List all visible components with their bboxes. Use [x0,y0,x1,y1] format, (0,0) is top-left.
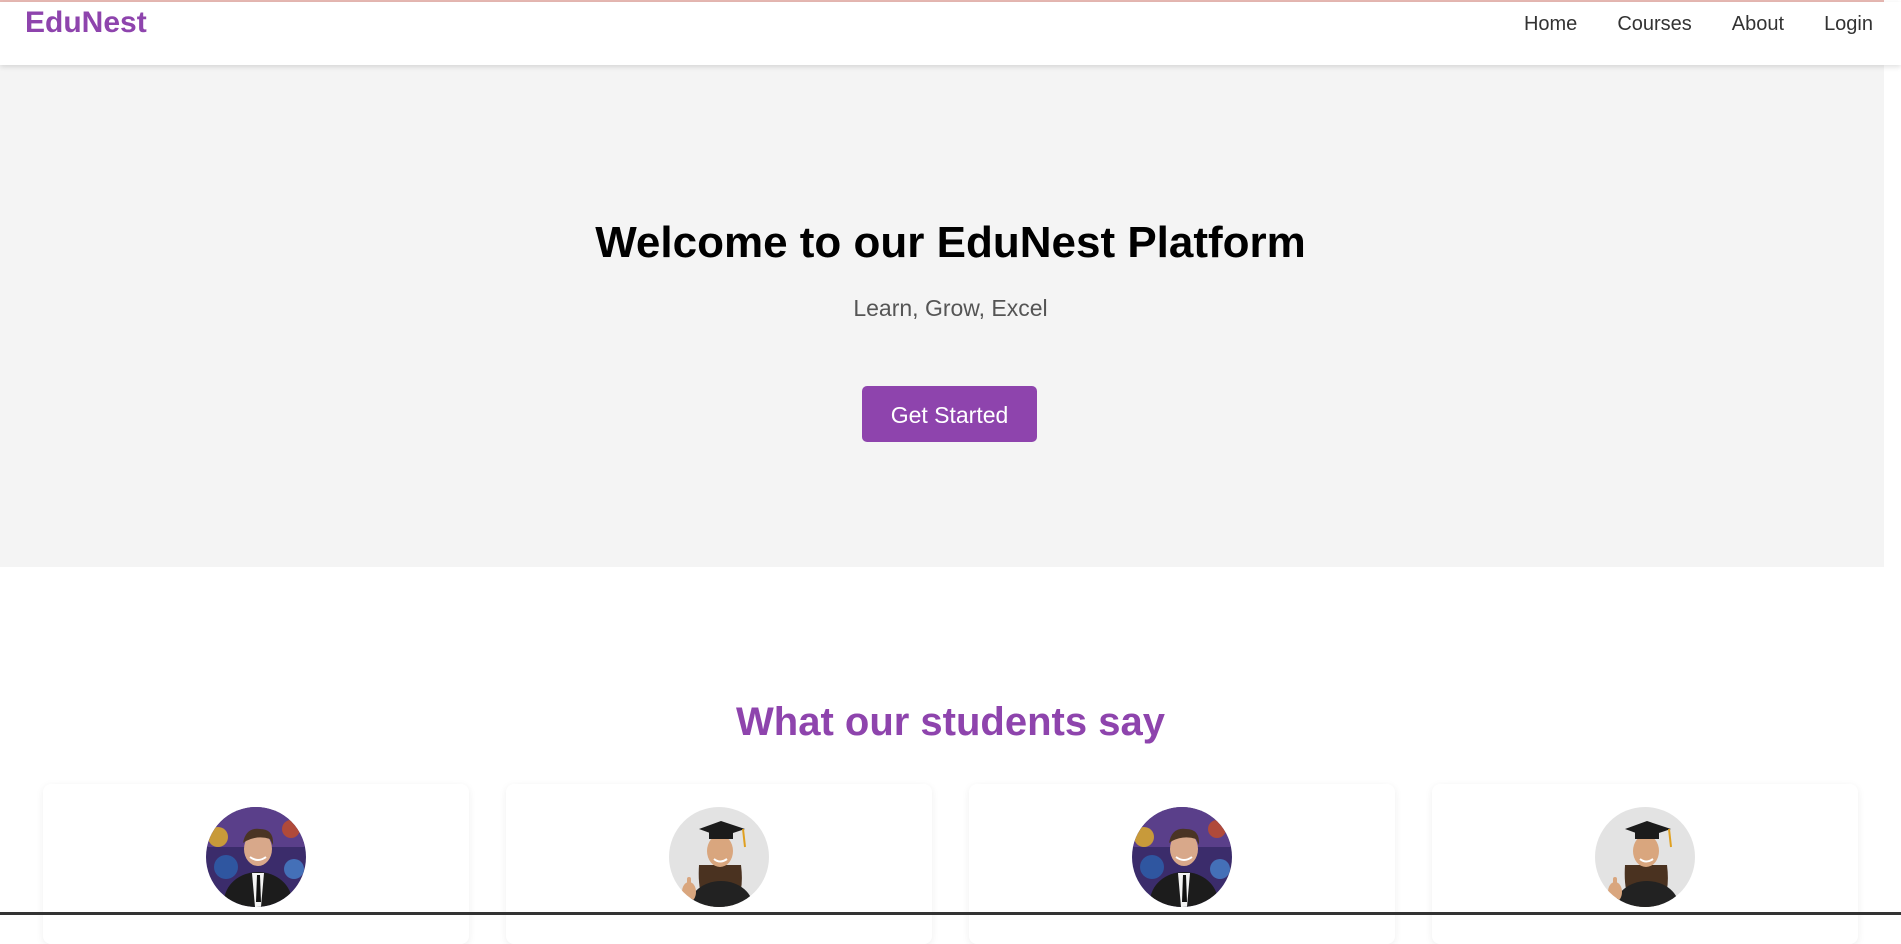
hero-subtitle: Learn, Grow, Excel [853,295,1048,321]
site-header: EduNest Home Courses About Login [0,2,1901,65]
nav-login-link[interactable]: Login [1824,9,1873,39]
male-student-avatar-image [1132,807,1232,907]
avatar-male-student [206,807,306,907]
nav-home-link[interactable]: Home [1524,9,1577,39]
avatar-female-graduate [669,807,769,907]
testimonial-card [1432,784,1858,944]
get-started-button[interactable]: Get Started [862,386,1037,442]
page-scrollbar[interactable] [1884,0,1901,915]
male-student-avatar-image [206,807,306,907]
testimonial-card [969,784,1395,944]
testimonials-heading: What our students say [736,700,1165,744]
nav-courses-link[interactable]: Courses [1617,9,1691,39]
main-nav: Home Courses About Login [1524,9,1873,39]
hero-title: Welcome to our EduNest Platform [595,218,1306,267]
site-logo[interactable]: EduNest [25,4,147,42]
nav-about-link[interactable]: About [1732,9,1784,39]
avatar-male-student [1132,807,1232,907]
avatar-female-graduate [1595,807,1695,907]
testimonial-card [506,784,932,944]
female-graduate-avatar-image [669,807,769,907]
hero-section: Welcome to our EduNest Platform Learn, G… [0,65,1901,567]
female-graduate-avatar-image [1595,807,1695,907]
testimonial-card [43,784,469,944]
